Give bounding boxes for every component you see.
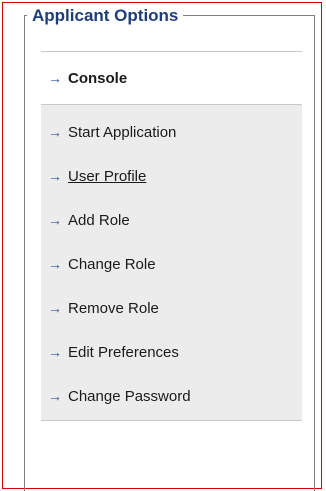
applicant-options-menu: → Console → Start Application → User Pro… — [41, 51, 302, 421]
menu-item-label: Console — [68, 69, 128, 87]
arrow-right-icon: → — [48, 70, 62, 86]
menu-item-user-profile[interactable]: → User Profile — [41, 154, 302, 198]
menu-item-change-password[interactable]: → Change Password — [41, 374, 302, 418]
arrow-right-icon: → — [48, 168, 62, 184]
menu-item-label: Start Application — [68, 123, 177, 141]
menu-item-label: Change Role — [68, 255, 156, 273]
menu-item-start-application[interactable]: → Start Application — [41, 110, 302, 154]
panel-title: Applicant Options — [27, 6, 184, 26]
arrow-right-icon: → — [48, 212, 62, 228]
arrow-right-icon: → — [48, 388, 62, 404]
menu-item-label: Remove Role — [68, 299, 159, 317]
menu-item-change-role[interactable]: → Change Role — [41, 242, 302, 286]
menu-item-edit-preferences[interactable]: → Edit Preferences — [41, 330, 302, 374]
arrow-right-icon: → — [48, 344, 62, 360]
menu-item-label: Add Role — [68, 211, 130, 229]
menu-item-remove-role[interactable]: → Remove Role — [41, 286, 302, 330]
menu-item-label: User Profile — [68, 167, 147, 185]
menu-item-add-role[interactable]: → Add Role — [41, 198, 302, 242]
arrow-right-icon: → — [48, 124, 62, 140]
menu-item-console[interactable]: → Console — [41, 52, 302, 104]
menu-list: → Start Application → User Profile → Add… — [41, 104, 302, 421]
arrow-right-icon: → — [48, 300, 62, 316]
menu-item-label: Edit Preferences — [68, 343, 179, 361]
arrow-right-icon: → — [48, 256, 62, 272]
menu-item-label: Change Password — [68, 387, 191, 405]
